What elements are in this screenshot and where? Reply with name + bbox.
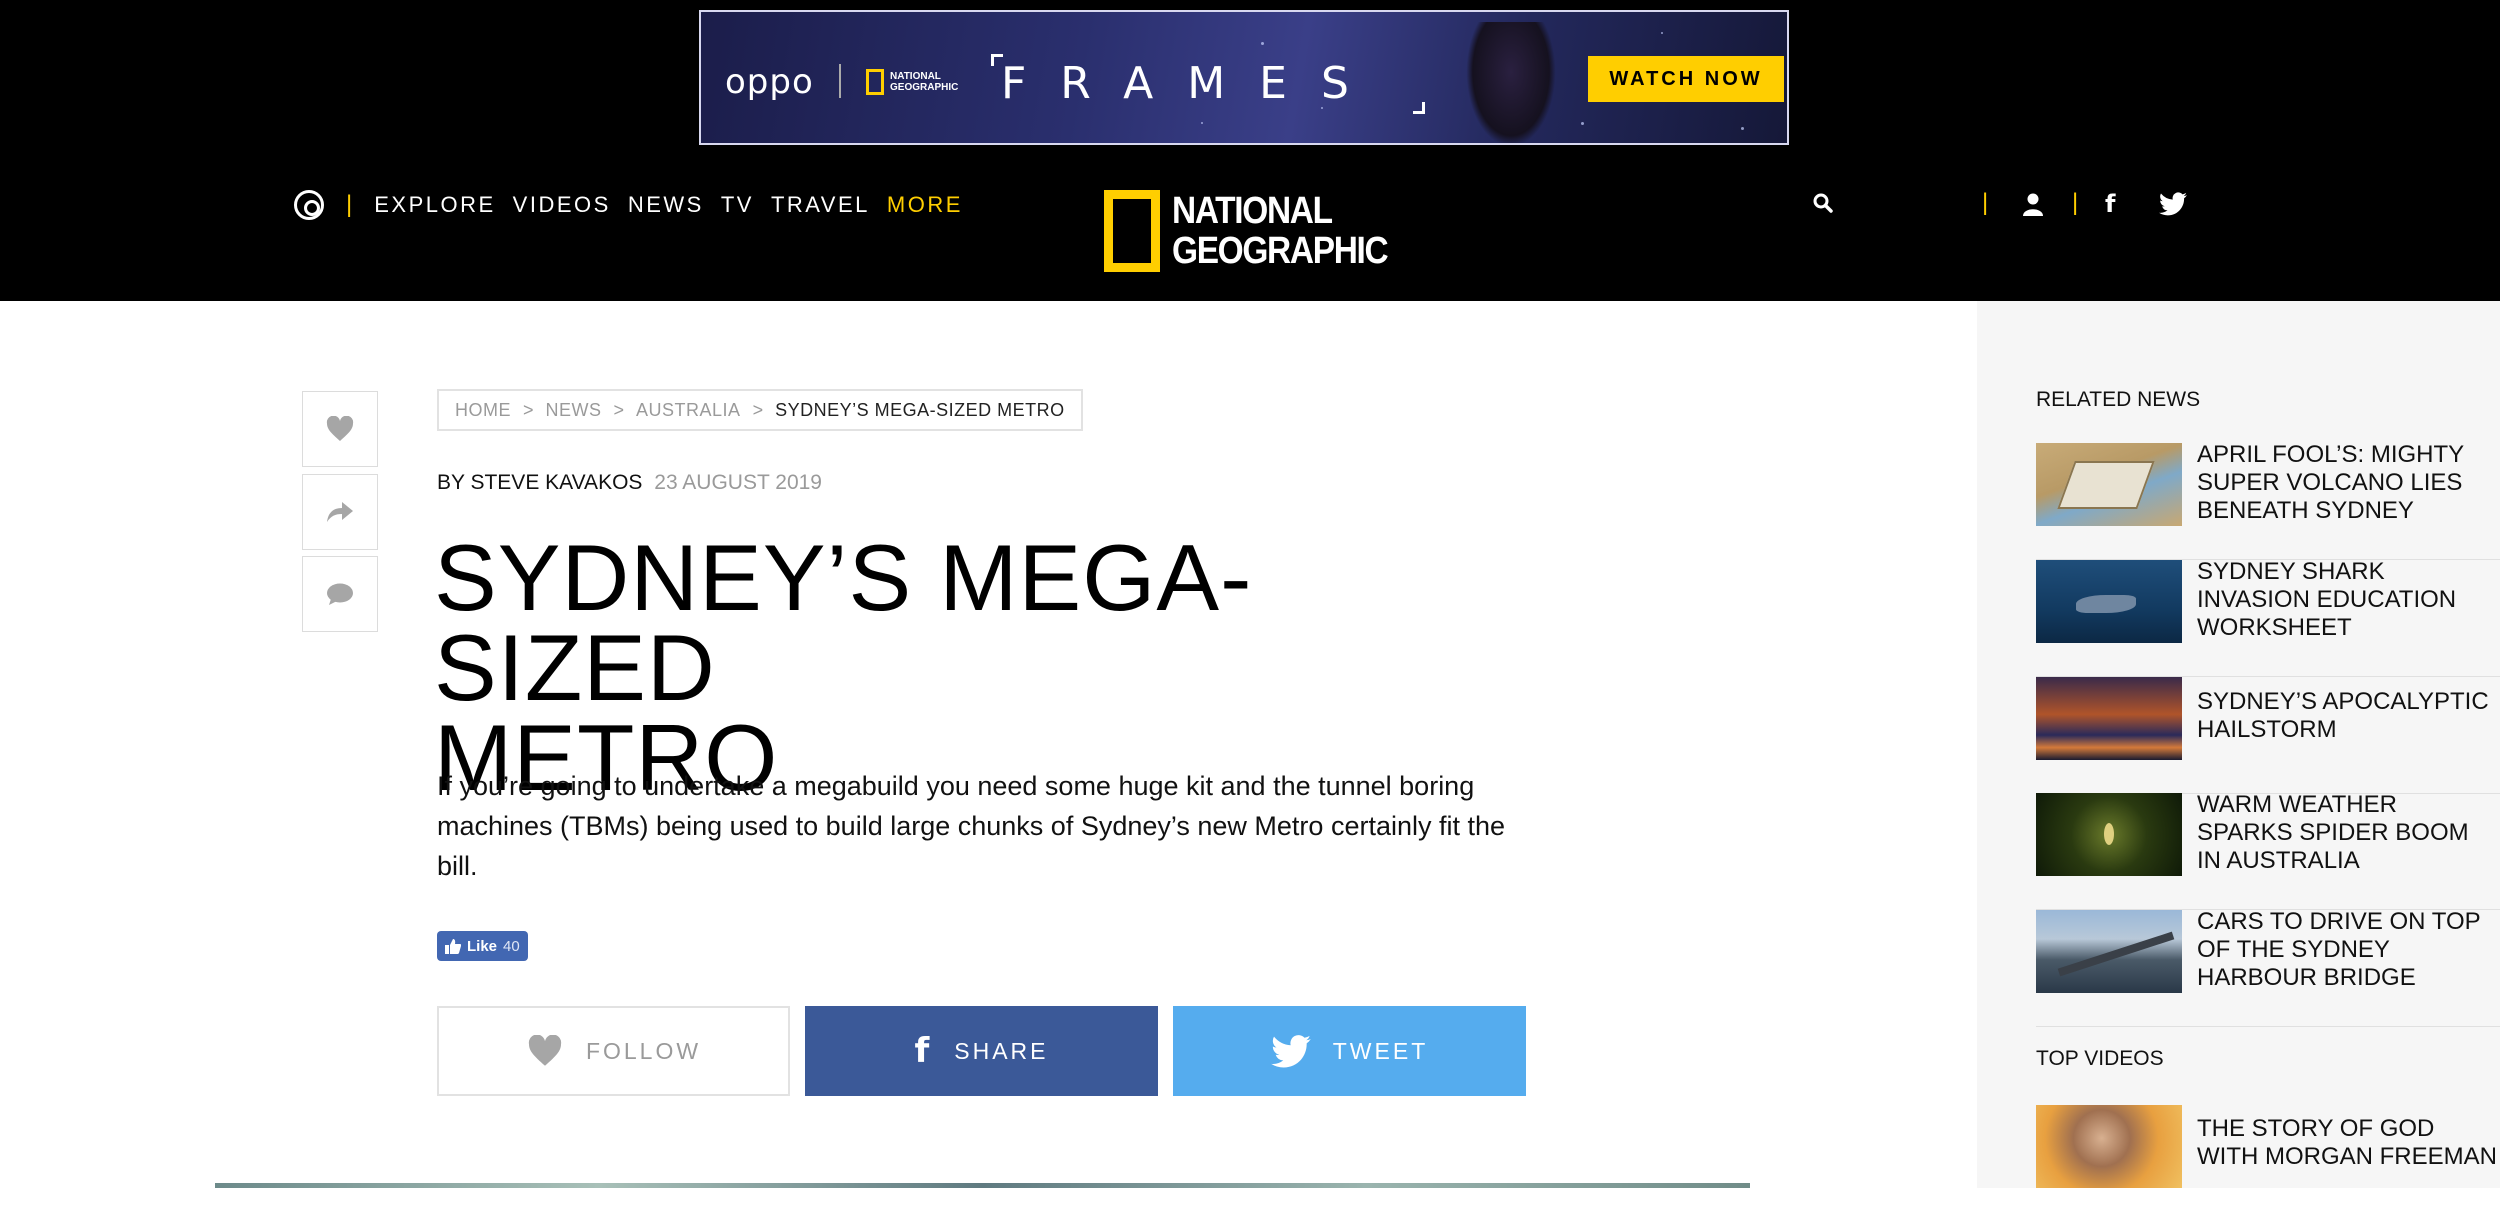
related-news-title[interactable]: SYDNEY SHARK INVASION EDUCATION WORKSHEE… [2197, 558, 2497, 642]
logo-line-1: NATIONAL [1172, 190, 1333, 232]
comment-side-button[interactable] [302, 556, 378, 632]
follow-label: FOLLOW [585, 1037, 702, 1064]
utility-divider: | [2072, 189, 2079, 216]
ad-sparkle [1581, 122, 1584, 125]
facebook-icon: f [914, 1031, 933, 1071]
nav-item-tv[interactable]: TV [721, 192, 754, 218]
nav-item-explore[interactable]: EXPLORE [374, 192, 495, 218]
tweet-button[interactable]: TWEET [1173, 1006, 1526, 1096]
ad-bracket-icon [1413, 102, 1425, 114]
ad-sparkle [1741, 127, 1744, 130]
breadcrumb-home[interactable]: HOME [455, 400, 511, 421]
logo-yellow-frame-icon [1104, 190, 1160, 272]
save-heart-button[interactable] [302, 391, 378, 467]
related-news-title[interactable]: SYDNEY’S APOCALYPTIC HAILSTORM [2197, 688, 2497, 744]
menu-circle-icon[interactable] [294, 190, 324, 220]
nav-divider: | [346, 191, 353, 218]
top-videos-heading: TOP VIDEOS [2036, 1047, 2164, 1070]
ad-sparkle [1201, 122, 1203, 124]
ad-sparkle [1261, 42, 1264, 45]
byline: BY STEVE KAVAKOS 23 AUGUST 2019 [437, 471, 822, 495]
logo-text: NATIONAL GEOGRAPHIC [1172, 190, 1389, 272]
related-news-thumbnail[interactable] [2036, 560, 2182, 643]
sidebar: RELATED NEWS APRIL FOOL’S: MIGHTY SUPER … [1977, 301, 2500, 1188]
related-news-item[interactable]: SYDNEY SHARK INVASION EDUCATION WORKSHEE… [2036, 558, 2500, 677]
top-video-thumbnail[interactable] [2036, 1105, 2182, 1188]
related-news-item[interactable]: CARS TO DRIVE ON TOP OF THE SYDNEY HARBO… [2036, 908, 2500, 1027]
nav-item-news[interactable]: NEWS [628, 192, 704, 218]
related-news-thumbnail[interactable] [2036, 793, 2182, 876]
related-news-heading: RELATED NEWS [2036, 388, 2201, 411]
nav-item-more[interactable]: MORE [887, 192, 963, 218]
publish-date: 23 AUGUST 2019 [654, 471, 822, 494]
like-count: 40 [503, 937, 520, 955]
follow-button[interactable]: FOLLOW [437, 1006, 790, 1096]
related-news-item[interactable]: WARM WEATHER SPARKS SPIDER BOOM IN AUSTR… [2036, 791, 2500, 910]
ad-divider [839, 64, 841, 98]
advertisement-banner[interactable]: oppo NATIONAL GEOGRAPHIC FRAMES WATCH NO… [699, 10, 1789, 145]
related-news-title[interactable]: CARS TO DRIVE ON TOP OF THE SYDNEY HARBO… [2197, 908, 2497, 992]
article-standfirst: If you’re going to undertake a megabuild… [437, 771, 1506, 881]
breadcrumb-separator: > [752, 399, 764, 420]
ad-brand-logo: oppo [725, 62, 814, 102]
hero-image-edge [215, 1183, 1750, 1188]
related-news-item[interactable]: APRIL FOOL’S: MIGHTY SUPER VOLCANO LIES … [2036, 441, 2500, 560]
breadcrumb-separator: > [523, 399, 534, 420]
site-logo[interactable]: NATIONAL GEOGRAPHIC [1104, 190, 1417, 272]
breadcrumb: HOME > NEWS > AUSTRALIA > SYDNEY’S MEGA-… [437, 389, 1083, 431]
ad-partner-logo: NATIONAL GEOGRAPHIC [866, 69, 959, 95]
comment-icon [327, 583, 353, 605]
share-label: SHARE [954, 1037, 1049, 1064]
thumbs-up-icon [445, 939, 461, 954]
page-title: SYDNEY’S MEGA-SIZED METRO [434, 525, 1534, 805]
user-icon[interactable] [2021, 192, 2045, 216]
related-news-thumbnail[interactable] [2036, 677, 2182, 760]
breadcrumb-news[interactable]: NEWS [546, 400, 602, 421]
like-label: Like [467, 937, 498, 955]
breadcrumb-australia[interactable]: AUSTRALIA [636, 400, 741, 421]
share-side-button[interactable] [302, 474, 378, 550]
heart-icon [326, 416, 354, 441]
related-news-title[interactable]: WARM WEATHER SPARKS SPIDER BOOM IN AUSTR… [2197, 791, 2497, 875]
related-news-thumbnail[interactable] [2036, 910, 2182, 993]
top-video-item[interactable]: THE STORY OF GOD WITH MORGAN FREEMAN [2036, 1105, 2500, 1222]
site-header: oppo NATIONAL GEOGRAPHIC FRAMES WATCH NO… [0, 0, 2500, 301]
nav-item-travel[interactable]: TRAVEL [771, 192, 870, 218]
related-news-title[interactable]: APRIL FOOL’S: MIGHTY SUPER VOLCANO LIES … [2197, 441, 2497, 525]
logo-line-2: GEOGRAPHIC [1172, 230, 1389, 272]
ad-partner-box-icon [866, 69, 884, 95]
breadcrumb-current: SYDNEY’S MEGA-SIZED METRO [775, 399, 1065, 420]
twitter-icon [1270, 1034, 1311, 1068]
header-utilities: | | f [1810, 189, 2210, 220]
ad-partner-text: NATIONAL GEOGRAPHIC [890, 71, 959, 93]
search-icon[interactable] [1813, 193, 1833, 213]
tweet-label: TWEET [1332, 1037, 1429, 1064]
main-nav: | EXPLORE VIDEOS NEWS TV TRAVEL MORE [294, 190, 980, 220]
author-name[interactable]: BY STEVE KAVAKOS [437, 471, 642, 494]
facebook-like-button[interactable]: Like 40 [437, 931, 528, 961]
ad-sparkle [1661, 32, 1663, 34]
heart-icon [528, 1035, 562, 1066]
utility-divider: | [1982, 189, 1989, 216]
title-line-1: SYDNEY’S MEGA-SIZED [434, 525, 1253, 720]
ad-campaign-title: FRAMES [1001, 58, 1383, 109]
ad-watch-now-button[interactable]: WATCH NOW [1588, 56, 1784, 102]
share-button[interactable]: f SHARE [805, 1006, 1158, 1096]
top-video-title[interactable]: THE STORY OF GOD WITH MORGAN FREEMAN [2197, 1115, 2497, 1171]
facebook-icon[interactable]: f [2105, 190, 2115, 218]
twitter-icon[interactable] [2159, 192, 2187, 216]
related-news-thumbnail[interactable] [2036, 443, 2182, 526]
ad-figure-image [1466, 22, 1556, 143]
breadcrumb-separator: > [613, 399, 625, 420]
nav-item-videos[interactable]: VIDEOS [513, 192, 611, 218]
share-arrow-icon [327, 502, 353, 522]
related-news-item[interactable]: SYDNEY’S APOCALYPTIC HAILSTORM [2036, 677, 2500, 794]
